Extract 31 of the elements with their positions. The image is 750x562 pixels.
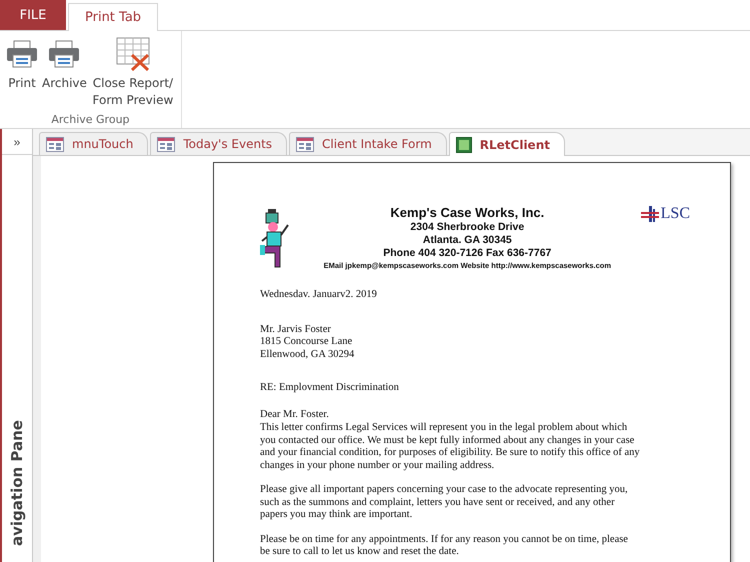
company-name: Kemp's Case Works, Inc. xyxy=(390,205,544,221)
document-tab[interactable]: Client Intake Form xyxy=(289,132,447,155)
letter-date: Wednesdav. Januarv2. 2019 xyxy=(260,289,378,302)
address-line: 1815 Concourse Lane xyxy=(260,336,354,348)
document-tab[interactable]: mnuTouch xyxy=(39,132,148,155)
close-preview-button[interactable]: Close Report/ Form Preview xyxy=(90,37,175,109)
letterhead-line: Phone 404 320-7126 Fax 636-7767 xyxy=(383,247,552,260)
form-icon xyxy=(296,136,314,152)
navigation-pane-label[interactable]: avigation Pane xyxy=(8,420,26,546)
letter-salutation: Dear Mr. Foster. xyxy=(260,408,330,421)
letter-paragraph: This letter confirms Legal Services will represent you in the legal problem about which you contacted our office. We must be kept fully informed about any changes in your case and your financial condition, for purposes of eligibility. Be sure to notify this office of any changes in your phone number or your mailing address. xyxy=(260,422,640,472)
document-tab[interactable]: Today's Events xyxy=(150,132,288,155)
address-line: Mr. Jarvis Foster xyxy=(260,324,332,336)
letterhead-line: Atlanta. GA 30345 xyxy=(422,234,512,247)
letter-subject: RE: Emplovment Discrimination xyxy=(260,382,400,394)
form-icon xyxy=(46,136,64,152)
file-tab[interactable]: FILE xyxy=(0,0,66,30)
letter-paragraph: Please give all important papers concerning your case to the advocate representing you, such as the summons and complaint, letters you have sent or received, and any other papers you may think are important. xyxy=(260,484,629,522)
ribbon-tab[interactable]: Print Tab xyxy=(68,3,158,31)
letterhead-line: 2304 Sherbrooke Drive xyxy=(410,221,524,234)
document-tab[interactable]: RLetClient xyxy=(448,132,565,156)
print-button[interactable]: Print xyxy=(6,37,38,92)
report-icon xyxy=(456,136,472,152)
print-button[interactable]: Archive xyxy=(42,37,87,92)
logo-text: LSC xyxy=(660,205,690,223)
logo-icon xyxy=(640,206,659,222)
address-line: Ellenwood, GA 30294 xyxy=(260,348,356,361)
form-icon xyxy=(157,136,176,152)
letter-paragraph: Please be on time for any appointments. If for any reason you cannot be on time, please be sure to call to let us know and reset the date. xyxy=(260,534,629,558)
grid-close-icon xyxy=(116,37,150,71)
group-label: Archive Group xyxy=(51,113,130,126)
